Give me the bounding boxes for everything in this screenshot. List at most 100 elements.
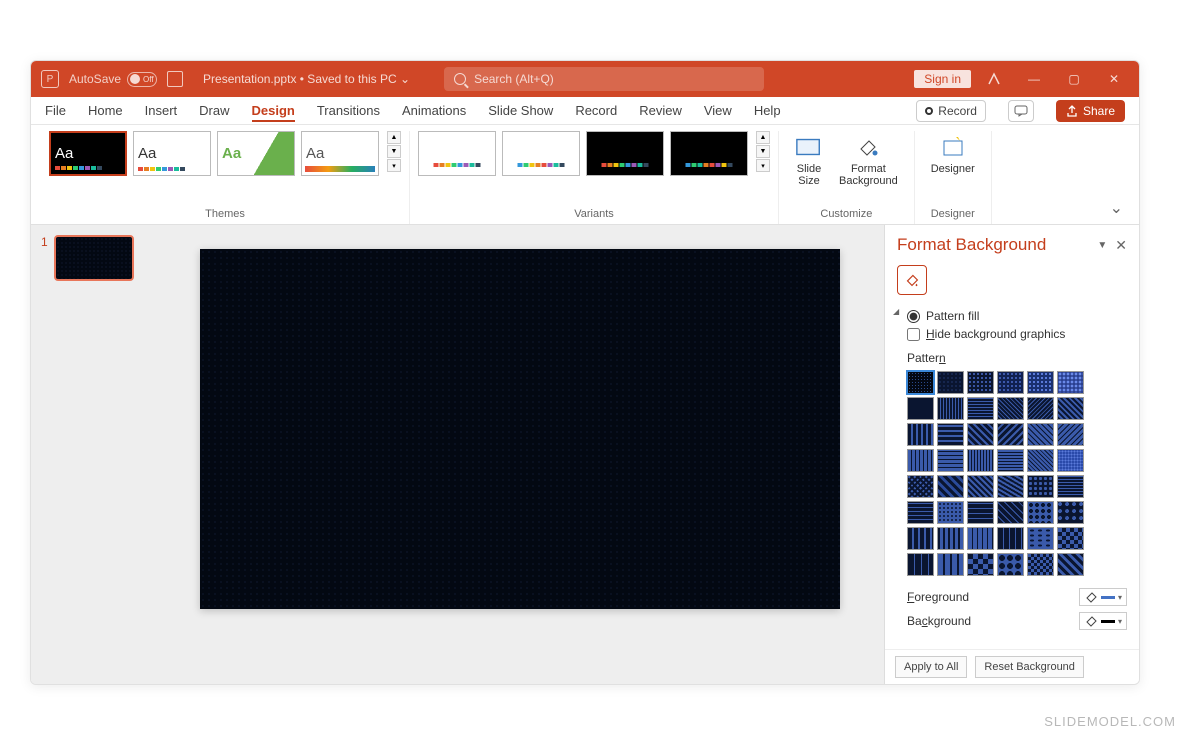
pattern-swatch[interactable] (1027, 371, 1054, 394)
hide-bg-graphics-check[interactable]: Hide background graphics (907, 327, 1127, 341)
pane-dropdown-icon[interactable]: ▼ (1097, 240, 1107, 251)
pattern-swatch[interactable] (1027, 553, 1054, 576)
variant-4[interactable] (670, 131, 748, 176)
file-title[interactable]: Presentation.pptx • Saved to this PC ⌄ (203, 72, 410, 86)
foreground-color-button[interactable]: ▾ (1079, 588, 1127, 606)
sign-in-button[interactable]: Sign in (914, 70, 971, 88)
pattern-swatch[interactable] (907, 423, 934, 446)
share-button[interactable]: Share (1056, 100, 1125, 122)
toggle-switch[interactable]: Off (127, 72, 157, 87)
record-button[interactable]: Record (916, 100, 986, 122)
pattern-swatch[interactable] (967, 527, 994, 550)
pattern-swatch[interactable] (937, 501, 964, 524)
pattern-swatch[interactable] (1057, 423, 1084, 446)
pattern-swatch[interactable] (1027, 527, 1054, 550)
search-input[interactable]: Search (Alt+Q) (444, 67, 764, 91)
pattern-swatch[interactable] (1057, 371, 1084, 394)
tab-animations[interactable]: Animations (402, 99, 466, 122)
pattern-swatch[interactable] (1057, 449, 1084, 472)
pattern-fill-radio[interactable]: Pattern fill (907, 309, 1127, 323)
tab-view[interactable]: View (704, 99, 732, 122)
pattern-swatch[interactable] (937, 423, 964, 446)
pattern-swatch[interactable] (1057, 475, 1084, 498)
themes-group-label: Themes (205, 208, 245, 220)
pattern-swatch[interactable] (997, 501, 1024, 524)
coming-soon-icon[interactable] (977, 65, 1011, 93)
pattern-swatch[interactable] (967, 449, 994, 472)
fill-category-icon[interactable] (897, 265, 927, 295)
pattern-swatch[interactable] (1027, 501, 1054, 524)
tab-design[interactable]: Design (252, 99, 295, 122)
tab-file[interactable]: File (45, 99, 66, 122)
maximize-button[interactable]: ▢ (1057, 65, 1091, 93)
pattern-swatch[interactable] (1057, 527, 1084, 550)
pattern-swatch[interactable] (967, 423, 994, 446)
pattern-swatch[interactable] (997, 423, 1024, 446)
pattern-swatch[interactable] (997, 475, 1024, 498)
background-color-button[interactable]: ▾ (1079, 612, 1127, 630)
pattern-swatch[interactable] (907, 501, 934, 524)
pattern-swatch[interactable] (1027, 423, 1054, 446)
slide-canvas[interactable] (200, 249, 840, 609)
designer-group-label: Designer (931, 208, 975, 220)
pattern-swatch[interactable] (967, 397, 994, 420)
pattern-swatch[interactable] (1057, 553, 1084, 576)
pattern-swatch[interactable] (907, 527, 934, 550)
pattern-swatch[interactable] (967, 553, 994, 576)
pattern-swatch[interactable] (967, 371, 994, 394)
pattern-swatch[interactable] (937, 527, 964, 550)
pattern-swatch[interactable] (1027, 475, 1054, 498)
pattern-swatch[interactable] (997, 449, 1024, 472)
variants-scroll[interactable]: ▲▼▾ (756, 131, 770, 172)
variant-2[interactable] (502, 131, 580, 176)
pattern-swatch[interactable] (1057, 501, 1084, 524)
tab-review[interactable]: Review (639, 99, 682, 122)
tab-draw[interactable]: Draw (199, 99, 229, 122)
theme-3[interactable]: Aa (217, 131, 295, 176)
slide-size-button[interactable]: Slide Size (787, 131, 831, 191)
pattern-swatch[interactable] (937, 397, 964, 420)
theme-2[interactable]: Aa (133, 131, 211, 176)
ribbon-collapse-button[interactable]: ⌄ (1104, 192, 1129, 224)
pattern-swatch[interactable] (997, 397, 1024, 420)
tab-slideshow[interactable]: Slide Show (488, 99, 553, 122)
tab-transitions[interactable]: Transitions (317, 99, 380, 122)
theme-4[interactable]: Aa (301, 131, 379, 176)
slide-thumbnail-1[interactable] (54, 235, 134, 281)
pattern-swatch[interactable] (907, 449, 934, 472)
save-icon[interactable] (167, 71, 183, 87)
pattern-swatch[interactable] (937, 475, 964, 498)
pane-close-button[interactable]: ✕ (1115, 237, 1127, 254)
variant-1[interactable] (418, 131, 496, 176)
pattern-swatch[interactable] (997, 527, 1024, 550)
reset-background-button[interactable]: Reset Background (975, 656, 1084, 678)
pattern-swatch[interactable] (937, 449, 964, 472)
tab-record[interactable]: Record (575, 99, 617, 122)
pattern-swatch[interactable] (907, 371, 934, 394)
pattern-swatch[interactable] (937, 371, 964, 394)
comments-button[interactable] (1008, 100, 1034, 122)
pattern-swatch[interactable] (937, 553, 964, 576)
pattern-swatch[interactable] (1027, 397, 1054, 420)
pattern-swatch[interactable] (997, 553, 1024, 576)
tab-insert[interactable]: Insert (145, 99, 178, 122)
themes-scroll[interactable]: ▲▼▾ (387, 131, 401, 172)
pattern-swatch[interactable] (997, 371, 1024, 394)
pattern-swatch[interactable] (907, 397, 934, 420)
designer-button[interactable]: Designer (923, 131, 983, 179)
pattern-swatch[interactable] (907, 553, 934, 576)
pattern-swatch[interactable] (907, 475, 934, 498)
tab-help[interactable]: Help (754, 99, 781, 122)
tab-home[interactable]: Home (88, 99, 123, 122)
variant-3[interactable] (586, 131, 664, 176)
pattern-swatch[interactable] (1027, 449, 1054, 472)
pattern-swatch[interactable] (1057, 397, 1084, 420)
pattern-swatch[interactable] (967, 475, 994, 498)
theme-office-dark[interactable]: Aa (49, 131, 127, 176)
apply-to-all-button[interactable]: Apply to All (895, 656, 967, 678)
autosave-toggle[interactable]: AutoSave Off (69, 72, 157, 87)
pattern-swatch[interactable] (967, 501, 994, 524)
close-button[interactable]: ✕ (1097, 65, 1131, 93)
format-background-button[interactable]: Format Background (831, 131, 906, 191)
minimize-button[interactable]: — (1017, 65, 1051, 93)
